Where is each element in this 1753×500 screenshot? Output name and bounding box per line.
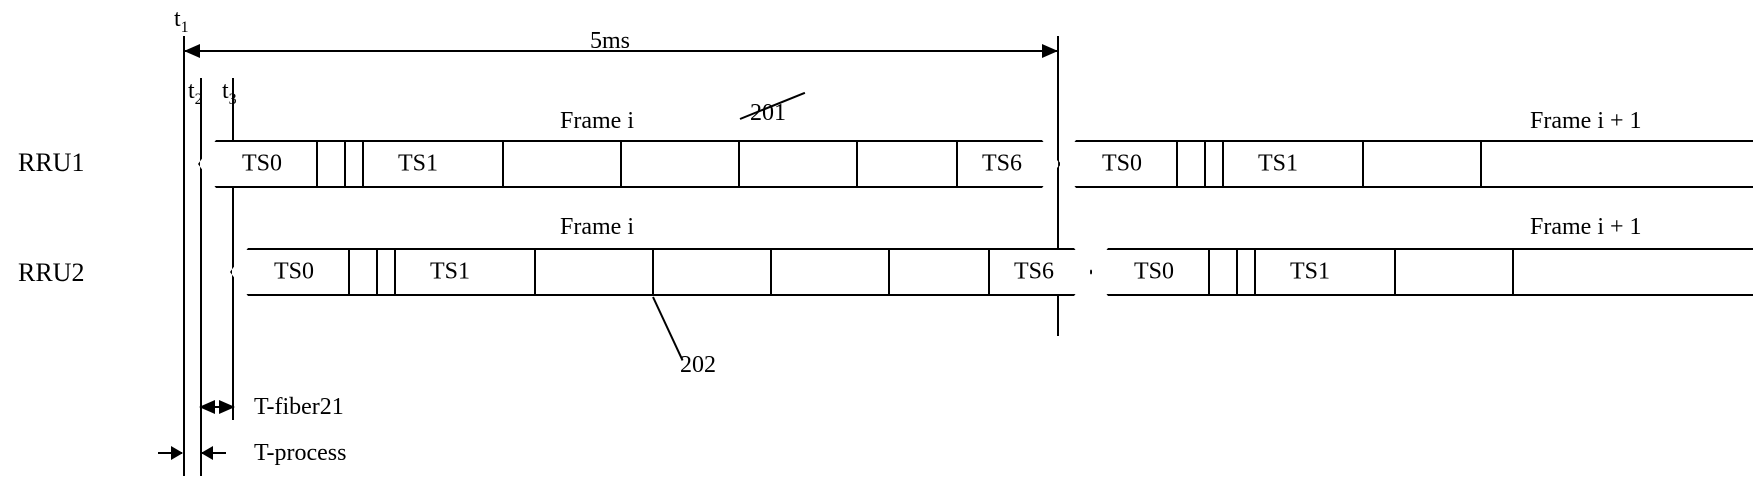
label-5ms: 5ms [590, 28, 630, 55]
rru1-i-ts6: TS6 [982, 151, 1022, 178]
rru1-frame-ip1: TS0 TS1 [1058, 140, 1753, 188]
rru1-frame-i: TS0 TS1 TS6 [198, 140, 1060, 188]
rru1-ip1-ts0: TS0 [1102, 151, 1142, 178]
label-rru1-frame-ip1: Frame i + 1 [1530, 108, 1642, 135]
label-t1: t1 [174, 6, 189, 37]
label-t2: t2 [188, 78, 203, 109]
label-tprocess: T-process [254, 440, 346, 467]
rru1-i-ts0: TS0 [242, 151, 282, 178]
arrow-tfiber21 [200, 406, 234, 408]
vline-t1 [183, 36, 185, 476]
rru2-ip1-ts1: TS1 [1290, 259, 1330, 286]
rru2-i-ts1: TS1 [430, 259, 470, 286]
vline-t3 [232, 78, 234, 420]
rru2-frame-ip1: TS0 TS1 [1090, 248, 1753, 296]
label-tfiber21: T-fiber21 [254, 394, 344, 421]
row-label-rru1: RRU1 [18, 148, 84, 178]
rru2-frame-i: TS0 TS1 TS6 [230, 248, 1092, 296]
rru2-i-ts0: TS0 [274, 259, 314, 286]
arrow-tprocess-right [202, 452, 226, 454]
timing-diagram: t1 t2 t3 5ms RRU1 Frame i Frame i + 1 TS… [0, 0, 1753, 500]
rru2-ip1-ts0: TS0 [1134, 259, 1174, 286]
label-t3: t3 [222, 78, 237, 109]
arrow-tprocess-left [158, 452, 182, 454]
callout-202-text: 202 [680, 352, 716, 379]
row-label-rru2: RRU2 [18, 258, 84, 288]
label-rru1-frame-i: Frame i [560, 108, 634, 135]
rru2-i-ts6: TS6 [1014, 259, 1054, 286]
label-rru2-frame-ip1: Frame i + 1 [1530, 214, 1642, 241]
rru1-ip1-ts1: TS1 [1258, 151, 1298, 178]
vline-t2 [200, 78, 202, 476]
label-rru2-frame-i: Frame i [560, 214, 634, 241]
callout-202-line [652, 297, 683, 361]
rru1-i-ts1: TS1 [398, 151, 438, 178]
